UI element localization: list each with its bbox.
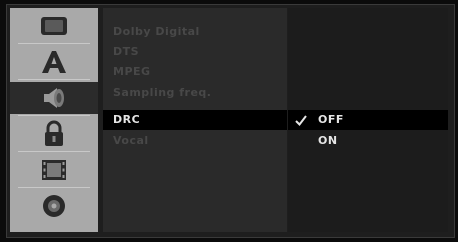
audio-speaker-icon [44,88,64,108]
category-lock[interactable] [10,118,98,150]
menu-item-dts[interactable]: DTS [103,42,287,62]
separator [18,79,90,80]
menu-item-mpeg[interactable]: MPEG [103,62,287,82]
film-icon [42,160,66,180]
separator [18,115,90,116]
category-display[interactable] [10,10,98,42]
audio-settings-list: Dolby Digital DTS MPEG Sampling freq. DR… [103,8,287,232]
menu-item-drc[interactable]: DRC [103,110,287,130]
menu-item-sampling-freq[interactable]: Sampling freq. [103,83,287,103]
setup-menu: Dolby Digital DTS MPEG Sampling freq. DR… [6,4,455,238]
separator [18,43,90,44]
menu-item-dolby-digital[interactable]: Dolby Digital [103,22,287,42]
language-icon [42,51,66,73]
category-sidebar [10,8,98,232]
category-film[interactable] [10,154,98,186]
lock-icon [45,120,63,146]
category-audio[interactable] [10,82,98,114]
option-label: OFF [318,113,344,126]
option-off[interactable]: OFF [288,110,448,130]
category-disc[interactable] [10,190,98,222]
disc-icon [43,195,65,217]
separator [18,187,90,188]
category-language[interactable] [10,46,98,78]
option-label: ON [318,134,338,147]
separator [18,151,90,152]
option-on[interactable]: ON [288,131,448,151]
checkmark-icon [295,115,307,127]
tv-screen: Dolby Digital DTS MPEG Sampling freq. DR… [0,0,458,242]
menu-item-vocal[interactable]: Vocal [103,131,287,151]
display-icon [41,17,67,35]
drc-options-panel: OFF ON [288,8,448,232]
